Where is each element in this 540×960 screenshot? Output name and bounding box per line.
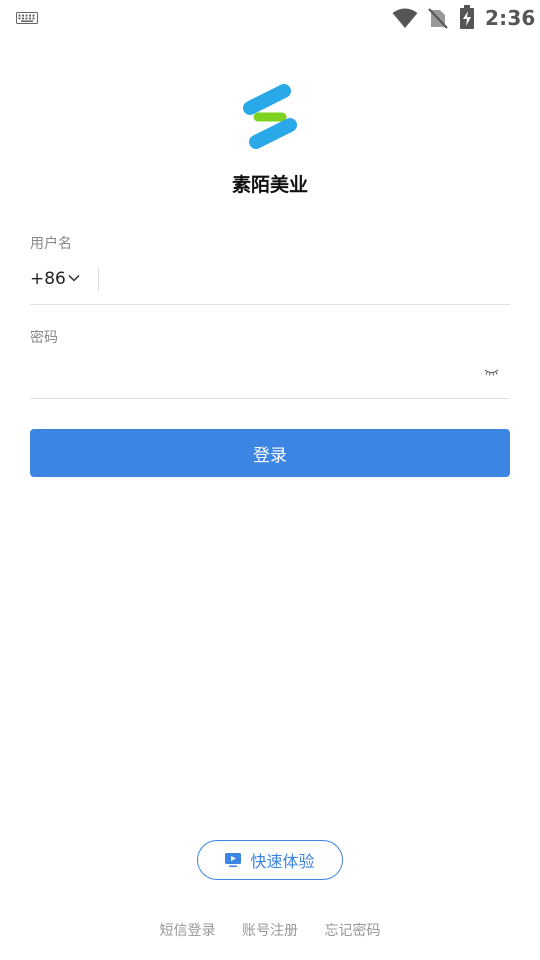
tv-play-icon — [225, 853, 242, 867]
battery-charging-icon — [460, 5, 474, 29]
footer-links: 短信登录 账号注册 忘记密码 — [0, 920, 540, 940]
quick-experience-button[interactable]: 快速体验 — [197, 840, 343, 880]
keyboard-icon — [16, 12, 38, 24]
eye-closed-icon[interactable] — [484, 368, 499, 376]
app-name: 素陌美业 — [231, 174, 308, 196]
sms-login-link[interactable]: 短信登录 — [160, 923, 216, 939]
wifi-icon — [392, 8, 418, 28]
country-code-selector[interactable]: +86 — [30, 269, 66, 289]
quick-experience-label: 快速体验 — [250, 852, 315, 871]
password-underline — [30, 398, 510, 399]
username-input[interactable] — [108, 262, 508, 298]
app-logo — [243, 84, 297, 149]
phone-divider — [98, 267, 99, 291]
status-time: 2:36 — [485, 6, 536, 30]
forgot-password-link[interactable]: 忘记密码 — [324, 923, 380, 939]
login-button[interactable]: 登录 — [30, 429, 510, 477]
password-label: 密码 — [30, 330, 58, 346]
username-label: 用户名 — [30, 236, 72, 252]
no-sim-icon — [428, 8, 448, 29]
password-input[interactable] — [30, 355, 470, 391]
chevron-down-icon[interactable] — [68, 274, 80, 282]
username-underline — [30, 304, 510, 305]
register-link[interactable]: 账号注册 — [242, 923, 298, 939]
status-bar: 2:36 — [0, 0, 540, 36]
